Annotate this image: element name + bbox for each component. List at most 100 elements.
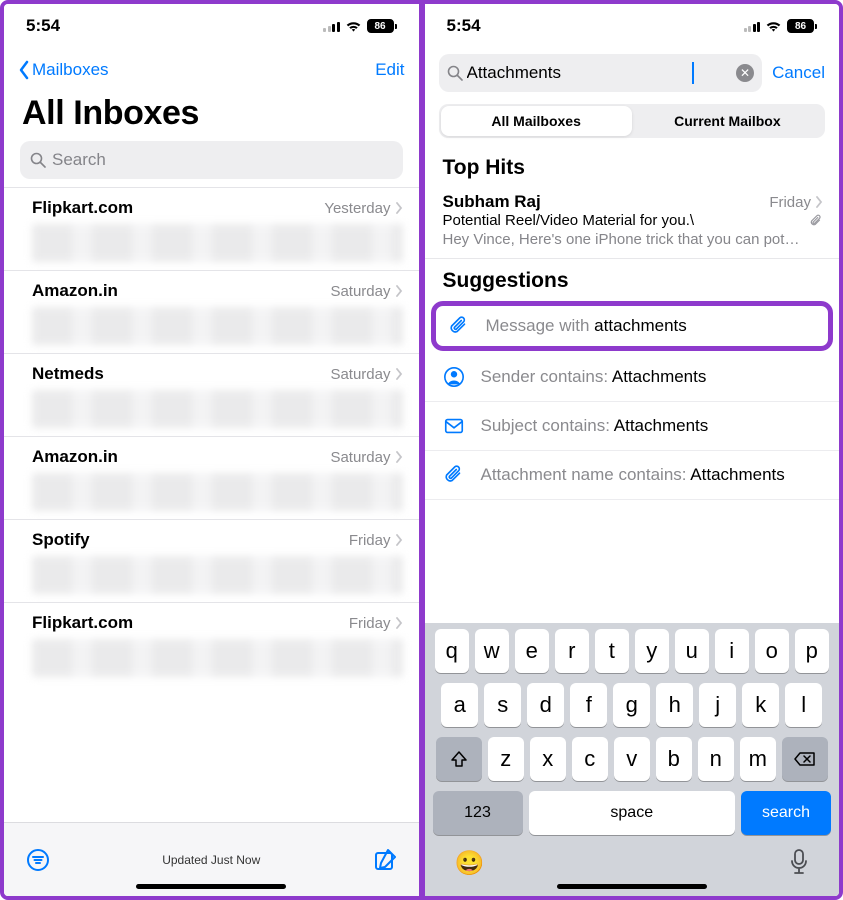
navbar: Mailboxes Edit (4, 48, 419, 92)
sender: Amazon.in (32, 281, 118, 301)
status-time: 5:54 (26, 16, 60, 36)
preview-redacted (32, 390, 403, 428)
suggestion-sender[interactable]: Sender contains: Attachments (425, 353, 840, 402)
top-hit-date: Friday (769, 194, 811, 211)
message-row[interactable]: Amazon.in Saturday (4, 436, 419, 519)
key-o[interactable]: o (755, 629, 789, 673)
key-n[interactable]: n (698, 737, 734, 781)
cellular-icon (323, 20, 340, 32)
home-indicator[interactable] (136, 884, 286, 889)
chevron-right-icon (395, 534, 403, 546)
back-button[interactable]: Mailboxes (18, 60, 109, 80)
preview-redacted (32, 473, 403, 511)
key-w[interactable]: w (475, 629, 509, 673)
wifi-icon (345, 20, 362, 33)
key-x[interactable]: x (530, 737, 566, 781)
date: Saturday (330, 449, 390, 466)
key-e[interactable]: e (515, 629, 549, 673)
scope-all[interactable]: All Mailboxes (441, 106, 632, 136)
sender: Spotify (32, 530, 90, 550)
search-text[interactable] (463, 63, 692, 83)
keyboard[interactable]: qwertyuiop asdfghjkl zxcvbnm 123 space s… (425, 623, 840, 896)
person-icon (443, 366, 465, 388)
date: Saturday (330, 366, 390, 383)
chevron-right-icon (395, 451, 403, 463)
search-key[interactable]: search (741, 791, 831, 835)
wifi-icon (765, 20, 782, 33)
key-j[interactable]: j (699, 683, 736, 727)
search-input[interactable]: ✕ (439, 54, 763, 92)
emoji-icon[interactable]: 😀 (455, 849, 485, 878)
shift-key[interactable] (436, 737, 482, 781)
search-field[interactable]: Search (20, 141, 403, 179)
date: Friday (349, 615, 391, 632)
key-y[interactable]: y (635, 629, 669, 673)
phone-inbox: 5:54 86 Mailboxes Edit All Inboxes (4, 4, 422, 896)
paperclip-icon (448, 315, 470, 337)
key-a[interactable]: a (441, 683, 478, 727)
key-z[interactable]: z (488, 737, 524, 781)
mic-icon[interactable] (789, 849, 809, 875)
top-hit-subject: Potential Reel/Video Material for you.\ (443, 212, 695, 229)
search-icon (30, 152, 46, 168)
message-row[interactable]: Flipkart.com Yesterday (4, 187, 419, 270)
top-hit-sender: Subham Raj (443, 192, 541, 212)
message-row[interactable]: Netmeds Saturday (4, 353, 419, 436)
back-label: Mailboxes (32, 60, 109, 80)
home-indicator[interactable] (557, 884, 707, 889)
chevron-right-icon (395, 202, 403, 214)
battery-icon: 86 (367, 19, 397, 33)
cellular-icon (744, 20, 761, 32)
edit-button[interactable]: Edit (375, 60, 404, 80)
key-d[interactable]: d (527, 683, 564, 727)
key-l[interactable]: l (785, 683, 822, 727)
space-key[interactable]: space (529, 791, 736, 835)
sender: Netmeds (32, 364, 104, 384)
message-row[interactable]: Flipkart.com Friday (4, 602, 419, 685)
chevron-left-icon (18, 60, 30, 80)
numbers-key[interactable]: 123 (433, 791, 523, 835)
key-r[interactable]: r (555, 629, 589, 673)
key-s[interactable]: s (484, 683, 521, 727)
sender: Flipkart.com (32, 198, 133, 218)
date: Saturday (330, 283, 390, 300)
sender: Flipkart.com (32, 613, 133, 633)
key-g[interactable]: g (613, 683, 650, 727)
key-h[interactable]: h (656, 683, 693, 727)
cancel-button[interactable]: Cancel (772, 63, 825, 83)
key-i[interactable]: i (715, 629, 749, 673)
message-list[interactable]: Flipkart.comYesterdayAmazon.inSaturdayNe… (4, 187, 419, 822)
text-caret (692, 62, 694, 84)
date: Yesterday (324, 200, 390, 217)
key-m[interactable]: m (740, 737, 776, 781)
suggestion-attachments[interactable]: Message with attachments (431, 301, 834, 351)
key-u[interactable]: u (675, 629, 709, 673)
key-v[interactable]: v (614, 737, 650, 781)
key-p[interactable]: p (795, 629, 829, 673)
clear-icon[interactable]: ✕ (736, 64, 754, 82)
suggestion-attachment-name[interactable]: Attachment name contains: Attachments (425, 451, 840, 500)
status-time: 5:54 (447, 16, 481, 36)
top-hit-row[interactable]: Subham Raj Friday Potential Reel/Video M… (425, 186, 840, 259)
delete-key[interactable] (782, 737, 828, 781)
message-row[interactable]: Amazon.in Saturday (4, 270, 419, 353)
key-f[interactable]: f (570, 683, 607, 727)
key-t[interactable]: t (595, 629, 629, 673)
key-c[interactable]: c (572, 737, 608, 781)
toolbar-status: Updated Just Now (4, 853, 419, 867)
search-icon (447, 65, 463, 81)
statusbar: 5:54 86 (425, 4, 840, 48)
date: Friday (349, 532, 391, 549)
message-row[interactable]: Spotify Friday (4, 519, 419, 602)
scope-segmented-control[interactable]: All Mailboxes Current Mailbox (439, 104, 826, 138)
top-hit-preview: Hey Vince, Here's one iPhone trick that … (443, 231, 824, 248)
key-k[interactable]: k (742, 683, 779, 727)
key-q[interactable]: q (435, 629, 469, 673)
battery-icon: 86 (787, 19, 817, 33)
envelope-icon (443, 415, 465, 437)
sender: Amazon.in (32, 447, 118, 467)
key-b[interactable]: b (656, 737, 692, 781)
suggestion-subject[interactable]: Subject contains: Attachments (425, 402, 840, 451)
top-hits-header: Top Hits (425, 146, 840, 186)
scope-current[interactable]: Current Mailbox (632, 106, 823, 136)
